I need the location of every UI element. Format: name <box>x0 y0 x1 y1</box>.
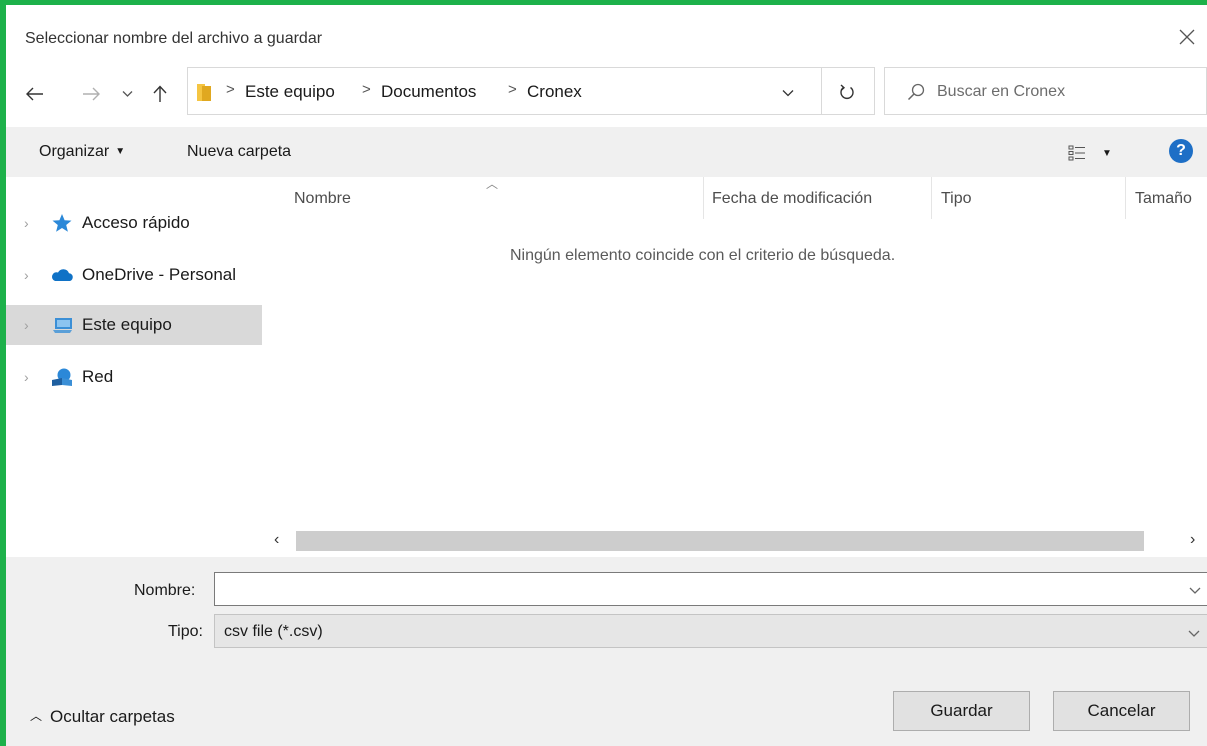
arrow-up-icon <box>153 85 167 102</box>
sidebar-item-acceso-rapido[interactable]: › Acceso rápido <box>6 203 262 243</box>
computer-icon <box>53 318 72 333</box>
view-options-icon <box>1068 145 1085 161</box>
title-bar: Seleccionar nombre del archivo a guardar <box>6 5 1207 61</box>
save-form: Nombre: Tipo: csv file (*.csv) ︿ Ocultar … <box>6 557 1207 746</box>
help-button[interactable]: ? <box>1169 139 1193 163</box>
file-type-label: Tipo: <box>168 623 203 640</box>
column-header-tamano[interactable]: Tamaño <box>1135 190 1192 208</box>
address-divider <box>821 68 822 114</box>
breadcrumb-separator: > <box>508 81 517 98</box>
network-icon <box>52 368 72 386</box>
save-button[interactable]: Guardar <box>893 691 1030 731</box>
search-input[interactable]: Buscar en Cronex <box>884 67 1207 115</box>
column-divider[interactable] <box>703 177 704 219</box>
file-name-input[interactable] <box>214 572 1207 606</box>
close-button[interactable] <box>1168 19 1206 55</box>
navigation-bar: > Este equipo > Documentos > Cronex Busc… <box>6 61 1207 127</box>
folder-icon <box>197 84 211 101</box>
navigation-pane: › Acceso rápido › OneDrive - Personal › … <box>6 177 262 557</box>
view-options-button[interactable]: ▼ <box>1068 140 1122 166</box>
organize-label: Organizar <box>39 143 110 160</box>
column-header-tipo[interactable]: Tipo <box>941 190 972 208</box>
hide-folders-label: Ocultar carpetas <box>50 707 175 726</box>
forward-button[interactable] <box>80 81 102 107</box>
sidebar-item-este-equipo[interactable]: › Este equipo <box>6 305 262 345</box>
sidebar-item-label: Red <box>82 367 114 386</box>
refresh-icon <box>840 84 854 99</box>
address-history-dropdown[interactable] <box>774 80 802 106</box>
new-folder-button[interactable]: Nueva carpeta <box>187 143 291 161</box>
breadcrumb-este-equipo[interactable]: Este equipo <box>245 82 335 102</box>
sidebar-item-label: Acceso rápido <box>82 213 190 232</box>
search-placeholder: Buscar en Cronex <box>937 83 1066 100</box>
caret-down-icon: ▼ <box>115 146 126 157</box>
cloud-icon <box>51 269 73 281</box>
chevron-down-icon <box>782 90 794 97</box>
scroll-right-icon[interactable]: › <box>1190 531 1207 549</box>
refresh-button[interactable] <box>829 78 865 106</box>
file-name-label: Nombre: <box>134 582 196 599</box>
column-divider[interactable] <box>1125 177 1126 219</box>
breadcrumb-cronex[interactable]: Cronex <box>527 82 582 102</box>
sidebar-item-label: Este equipo <box>82 315 172 334</box>
empty-state-message: Ningún elemento coincide con el criterio… <box>510 247 896 264</box>
expand-chevron-icon[interactable]: › <box>24 267 29 283</box>
organize-button[interactable]: Organizar ▼ <box>39 143 125 161</box>
arrow-left-icon <box>26 87 43 101</box>
expand-chevron-icon[interactable]: › <box>24 317 29 333</box>
column-divider[interactable] <box>931 177 932 219</box>
expand-chevron-icon[interactable]: › <box>24 215 29 231</box>
save-dialog: Seleccionar nombre del archivo a guardar <box>0 0 1207 746</box>
column-header-nombre[interactable]: Nombre <box>294 190 351 208</box>
breadcrumb-documentos[interactable]: Documentos <box>381 82 476 102</box>
scroll-left-icon[interactable]: ‹ <box>274 531 292 549</box>
arrow-right-icon <box>83 87 100 101</box>
column-header-fecha[interactable]: Fecha de modificación <box>712 190 872 208</box>
sidebar-item-onedrive[interactable]: › OneDrive - Personal <box>6 255 262 295</box>
chevron-up-icon: ︿ <box>30 709 43 723</box>
file-type-select[interactable]: csv file (*.csv) <box>214 614 1207 648</box>
sidebar-item-red[interactable]: › Red <box>6 357 262 397</box>
chevron-down-icon <box>122 91 132 97</box>
chevron-down-icon[interactable] <box>1186 581 1204 599</box>
star-icon <box>52 214 72 232</box>
sort-ascending-icon: ︿ <box>486 177 499 191</box>
window-title: Seleccionar nombre del archivo a guardar <box>25 30 323 47</box>
command-toolbar: Organizar ▼ Nueva carpeta ▼ ? <box>6 127 1207 177</box>
file-list: ︿ Nombre Fecha de modificación Tipo Tama… <box>262 177 1207 557</box>
breadcrumb-separator: > <box>362 81 371 98</box>
breadcrumb-separator: > <box>226 81 235 98</box>
sidebar-item-label: OneDrive - Personal <box>82 265 237 284</box>
horizontal-scrollbar[interactable]: ‹ › <box>262 526 1207 556</box>
cancel-button[interactable]: Cancelar <box>1053 691 1190 731</box>
up-button[interactable] <box>150 81 170 107</box>
hide-folders-toggle[interactable]: ︿ Ocultar carpetas <box>30 707 175 727</box>
caret-down-icon: ▼ <box>1102 147 1112 159</box>
back-button[interactable] <box>24 81 46 107</box>
address-bar[interactable]: > Este equipo > Documentos > Cronex <box>187 67 875 115</box>
file-type-value: csv file (*.csv) <box>224 623 323 640</box>
chevron-down-icon <box>1188 630 1200 637</box>
expand-chevron-icon[interactable]: › <box>24 369 29 385</box>
close-icon <box>1179 29 1195 45</box>
search-icon <box>907 83 925 101</box>
recent-locations-button[interactable] <box>119 81 135 107</box>
scrollbar-thumb[interactable] <box>296 531 1144 551</box>
